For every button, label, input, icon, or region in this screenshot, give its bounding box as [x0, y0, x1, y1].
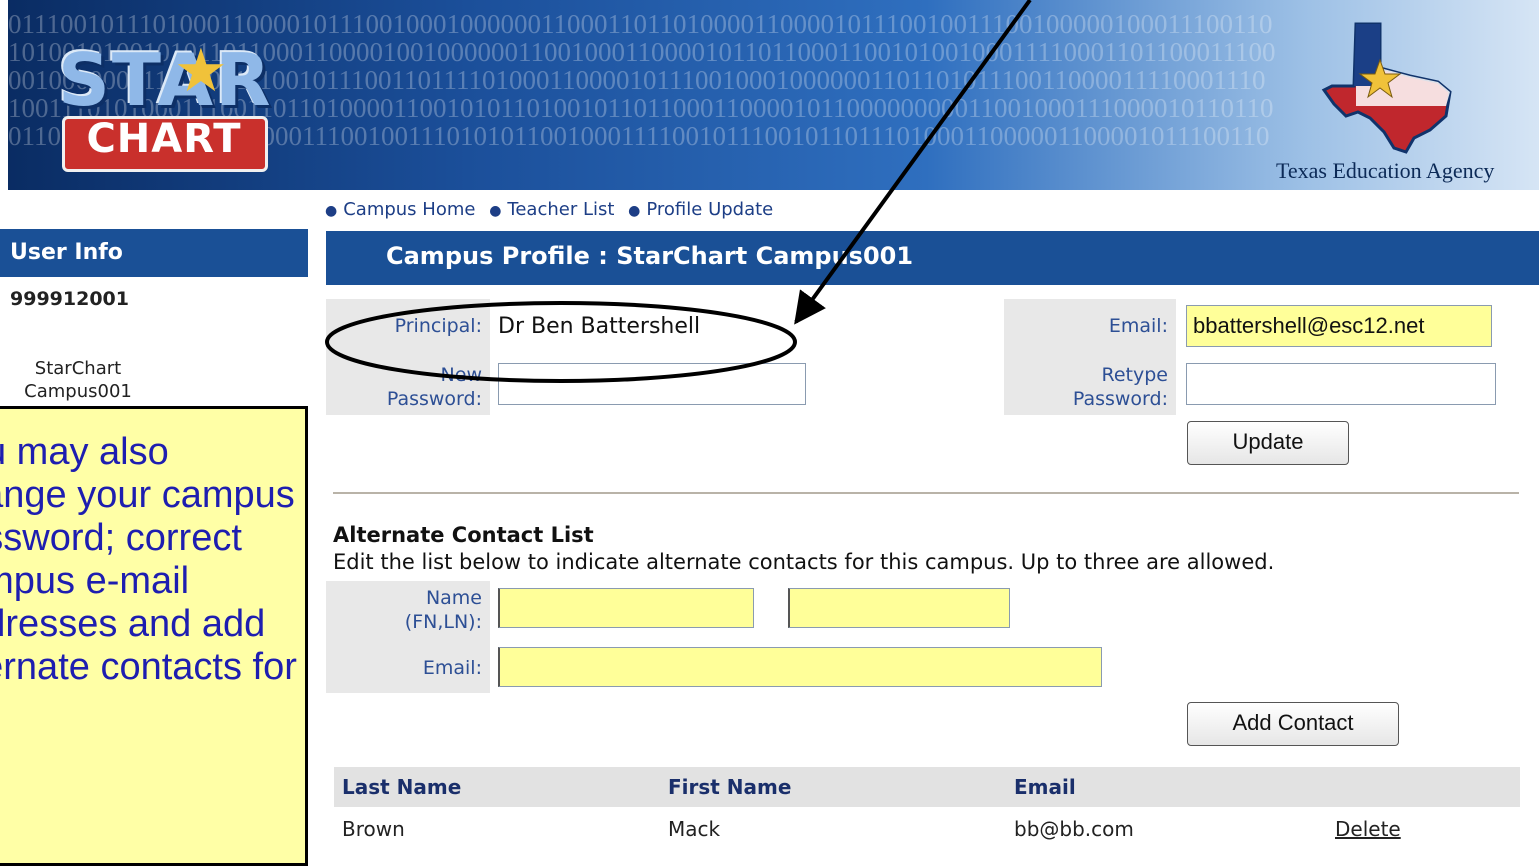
section-divider: [333, 492, 1519, 494]
column-header-last-name: Last Name: [334, 767, 660, 809]
nav-teacher-list[interactable]: Teacher List: [507, 199, 614, 220]
update-button[interactable]: Update: [1187, 421, 1349, 465]
bullet-dot-icon: ●: [489, 203, 502, 219]
add-contact-button[interactable]: Add Contact: [1187, 702, 1399, 746]
starchart-logo[interactable]: STAR ★ CHART: [34, 36, 274, 172]
label-line: Password:: [1072, 388, 1168, 410]
alternate-email-field[interactable]: [498, 647, 1102, 687]
new-password-field[interactable]: [498, 363, 806, 405]
column-header-action: [1327, 767, 1520, 809]
user-id: 999912001: [10, 288, 129, 310]
page-title: Campus Profile : StarChart Campus001: [386, 242, 914, 270]
agency-name: Texas Education Agency: [1276, 158, 1495, 183]
cell-last-name: Brown: [342, 817, 405, 841]
logo-star-text: STAR: [58, 38, 273, 122]
delete-link[interactable]: Delete: [1335, 817, 1401, 841]
principal-label: Principal:: [394, 315, 482, 337]
email-label: Email:: [1108, 315, 1168, 337]
email-field[interactable]: [1186, 305, 1492, 347]
label-line: (FN,LN):: [404, 611, 482, 633]
binary-row: 0111001011101000110000101110010001000000…: [8, 9, 1273, 39]
label-line: New: [440, 364, 482, 386]
alternate-contact-description: Edit the list below to indicate alternat…: [333, 550, 1275, 574]
last-name-field[interactable]: [788, 588, 1010, 628]
alternate-contact-title: Alternate Contact List: [333, 523, 594, 547]
campus-name: StarChart Campus001: [8, 357, 148, 403]
table-row: Brown Mack bb@bb.com Delete: [334, 808, 1520, 849]
alternate-email-label: Email:: [422, 657, 482, 679]
user-info-title: User Info: [10, 240, 123, 265]
retype-password-field[interactable]: [1186, 363, 1496, 405]
label-line: Retype: [1101, 364, 1168, 386]
logo-star-icon: ★: [174, 36, 228, 106]
bullet-dot-icon: ●: [628, 203, 641, 219]
cell-action: Delete: [1327, 808, 1520, 849]
retype-password-label: Retype Password:: [1008, 363, 1168, 411]
table-header-row: Last Name First Name Email: [334, 767, 1520, 809]
help-callout: You may also change your campus password…: [0, 406, 308, 866]
column-header-first-name: First Name: [660, 767, 1006, 809]
logo-chart-text: CHART: [86, 116, 242, 162]
top-nav: ● Campus Home ● Teacher List ● Profile Upda…: [325, 199, 781, 220]
column-header-email: Email: [1006, 767, 1327, 809]
label-line: Name: [425, 587, 482, 609]
help-callout-text: You may also change your campus password…: [0, 431, 297, 688]
bullet-dot-icon: ●: [325, 203, 338, 219]
campus-name-line: StarChart: [34, 358, 122, 379]
cell-email: bb@bb.com: [1014, 817, 1134, 841]
campus-name-line: Campus001: [24, 381, 132, 402]
principal-value: Dr Ben Battershell: [498, 314, 701, 339]
new-password-label: New Password:: [330, 363, 482, 411]
texas-flag-map-icon: [1321, 22, 1452, 154]
nav-campus-home[interactable]: Campus Home: [343, 199, 475, 220]
first-name-field[interactable]: [498, 588, 754, 628]
header-banner: 0111001011101000110000101110010001000000…: [8, 0, 1539, 190]
nav-profile-update[interactable]: Profile Update: [646, 199, 773, 220]
label-line: Password:: [386, 388, 482, 410]
cell-first-name: Mack: [668, 817, 721, 841]
name-label: Name (FN,LN):: [330, 586, 482, 634]
contact-table: Last Name First Name Email Brown Mack bb…: [334, 767, 1520, 849]
